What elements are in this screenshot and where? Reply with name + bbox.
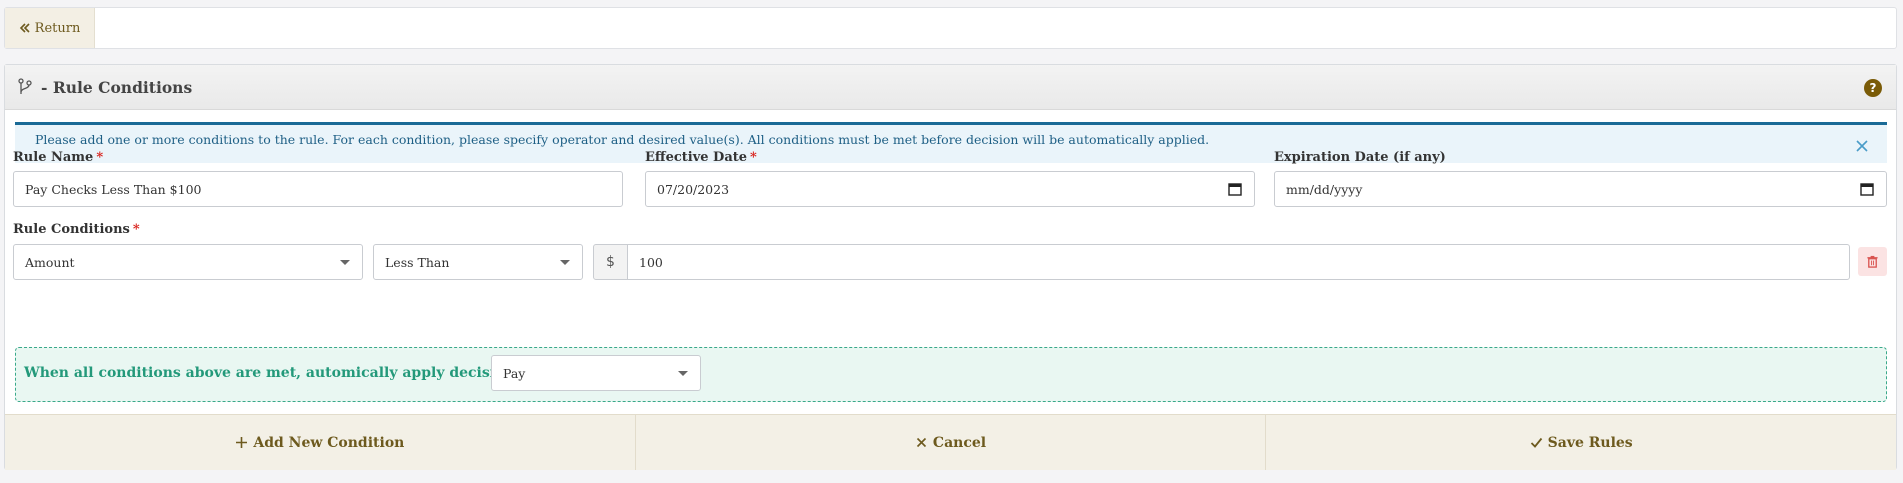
delete-condition-button[interactable] [1858, 247, 1887, 276]
chevron-down-icon [560, 260, 570, 265]
rule-name-label-text: Rule Name [13, 150, 94, 165]
calendar-icon[interactable] [1228, 182, 1242, 196]
close-icon [916, 437, 926, 448]
decision-box: When all conditions above are met, autom… [15, 347, 1887, 402]
expiration-date-value: mm/dd/yyyy [1286, 181, 1363, 197]
decision-value: Pay [503, 365, 526, 381]
panel-footer: Add New Condition Cancel Save Rules [5, 414, 1896, 470]
decision-label: When all conditions above are met, autom… [24, 365, 520, 381]
rule-name-input[interactable]: Pay Checks Less Than $100 [13, 171, 623, 207]
plus-icon [236, 437, 248, 448]
check-icon [1530, 437, 1542, 448]
add-condition-button[interactable]: Add New Condition [5, 415, 636, 470]
expiration-date-label: Expiration Date (if any) [1274, 150, 1446, 165]
rule-conditions-label: Rule Conditions * [13, 222, 140, 237]
alert-text: Please add one or more conditions to the… [35, 132, 1210, 147]
required-marker: * [132, 222, 140, 237]
rule-conditions-label-text: Rule Conditions [13, 222, 130, 237]
chevron-down-icon [340, 260, 350, 265]
chevron-down-icon [678, 371, 688, 376]
effective-date-input[interactable]: 07/20/2023 [645, 171, 1255, 207]
expiration-date-input[interactable]: mm/dd/yyyy [1274, 171, 1887, 207]
expiration-date-label-text: Expiration Date (if any) [1274, 150, 1446, 165]
required-marker: * [96, 150, 104, 165]
branch-icon [18, 78, 32, 94]
effective-date-label: Effective Date * [645, 150, 757, 165]
panel-title: - Rule Conditions [41, 77, 193, 97]
condition-value: 100 [639, 254, 663, 270]
info-alert: Please add one or more conditions to the… [15, 122, 1887, 163]
condition-operator-value: Less Than [385, 254, 450, 270]
condition-operator-select[interactable]: Less Than [373, 244, 583, 280]
return-button[interactable]: Return [5, 8, 95, 48]
rule-name-label: Rule Name * [13, 150, 103, 165]
help-icon[interactable]: ? [1864, 79, 1882, 97]
rule-conditions-panel: - Rule Conditions ? Please add one or mo… [4, 64, 1897, 470]
save-rules-button[interactable]: Save Rules [1266, 415, 1896, 470]
effective-date-label-text: Effective Date [645, 150, 748, 165]
cancel-button[interactable]: Cancel [636, 415, 1267, 470]
return-label: Return [34, 20, 81, 36]
close-icon[interactable] [1855, 139, 1869, 153]
calendar-icon[interactable] [1860, 182, 1874, 196]
condition-value-input[interactable]: 100 [627, 244, 1850, 280]
condition-field-select[interactable]: Amount [13, 244, 363, 280]
top-bar: Return [4, 7, 1897, 49]
add-condition-label: Add New Condition [253, 434, 405, 451]
rule-name-value: Pay Checks Less Than $100 [25, 181, 202, 197]
required-marker: * [750, 150, 757, 165]
condition-field-value: Amount [25, 254, 75, 270]
panel-header: - Rule Conditions ? [5, 65, 1896, 110]
currency-addon: $ [593, 244, 628, 280]
double-chevron-left-icon [19, 23, 30, 33]
cancel-label: Cancel [932, 434, 987, 451]
trash-icon [1867, 255, 1878, 268]
decision-select[interactable]: Pay [491, 355, 701, 391]
save-rules-label: Save Rules [1547, 434, 1633, 451]
effective-date-value: 07/20/2023 [657, 181, 730, 197]
